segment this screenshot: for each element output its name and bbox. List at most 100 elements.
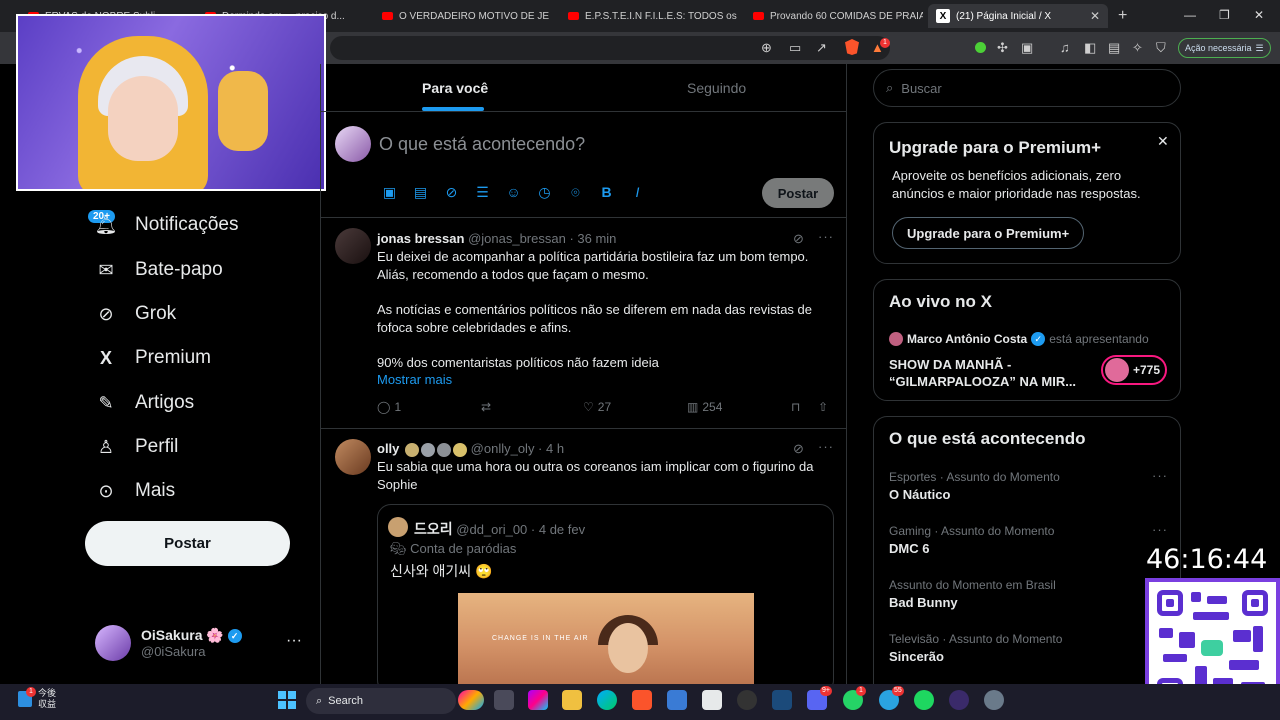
weather-widget[interactable]: 今後 収益 — [18, 688, 56, 710]
wallet-icon[interactable]: ▤ — [1108, 40, 1120, 56]
leo-ai-icon[interactable]: ✧ — [1132, 40, 1143, 56]
vpn-icon[interactable]: ⛉ — [1156, 40, 1166, 56]
cast-icon[interactable]: ▭ — [789, 40, 801, 56]
reply-button[interactable]: ◯ 1 — [377, 400, 401, 414]
account-switcher[interactable]: OiSakura 🌸 ✓ @0iSakura — [95, 625, 242, 661]
nav-more[interactable]: ⊙ Mais — [95, 480, 175, 502]
browser-tab[interactable]: E.P.S.T.E.I.N F.I.L.E.S: TODOS os SEG... — [560, 4, 738, 28]
grok-icon[interactable]: ⊘ — [793, 441, 804, 457]
like-button[interactable]: ♡ 27 — [583, 400, 611, 414]
image-icon[interactable]: ▣ — [381, 184, 398, 201]
edge-icon[interactable] — [597, 690, 617, 710]
spotify-icon[interactable] — [914, 690, 934, 710]
copilot-art-icon[interactable] — [458, 690, 484, 710]
close-window-icon[interactable]: ✕ — [1254, 8, 1264, 22]
emoji-icon[interactable]: ☺ — [505, 184, 522, 201]
schedule-icon[interactable]: ◷ — [536, 184, 553, 201]
trend-item[interactable]: Televisão · Assunto do Momento Sincerão — [889, 632, 1062, 664]
tab-following[interactable]: Seguindo — [687, 80, 746, 96]
task-view-icon[interactable] — [494, 690, 514, 710]
post-button[interactable]: Postar — [85, 521, 290, 566]
new-tab-button[interactable]: + — [1118, 7, 1127, 25]
tweet-header: olly @onlly_oly · 4 h — [377, 441, 565, 457]
tweet-author[interactable]: olly — [377, 441, 399, 456]
account-more-icon[interactable]: ··· — [286, 632, 302, 650]
gif-icon[interactable]: ▤ — [412, 184, 429, 201]
repost-button[interactable]: ⇄ — [481, 400, 491, 414]
grok-icon[interactable]: ⊘ — [793, 231, 804, 247]
grok-icon[interactable]: ⊘ — [443, 184, 460, 201]
obs-icon[interactable] — [737, 690, 757, 710]
upgrade-premium-button[interactable]: Upgrade para o Premium+ — [892, 217, 1085, 249]
tweet-handle: @jonas_bressan — [468, 231, 566, 246]
maximize-icon[interactable]: ❐ — [1219, 8, 1230, 22]
browser-tab-active[interactable]: X (21) Página Inicial / X ✕ — [928, 4, 1108, 28]
close-icon[interactable]: ✕ — [1157, 133, 1169, 150]
app-icon[interactable] — [949, 690, 969, 710]
live-listeners-pill[interactable]: +775 — [1101, 355, 1167, 385]
youtube-icon — [568, 12, 579, 20]
browser-tab[interactable]: Provando 60 COMIDAS DE PRAIA... — [745, 4, 923, 28]
nav-articles[interactable]: ✎ Artigos — [95, 392, 194, 414]
nav-grok[interactable]: ⊘ Grok — [95, 303, 176, 325]
start-button[interactable] — [278, 691, 296, 709]
trend-item[interactable]: Esportes · Assunto do Momento O Náutico — [889, 470, 1060, 502]
media-icon[interactable]: ♫ — [1060, 40, 1070, 55]
premium-title: Upgrade para o Premium+ — [889, 138, 1102, 157]
sidebar-toggle-icon[interactable]: ◧ — [1084, 40, 1096, 56]
share-button[interactable]: ⇧ — [818, 400, 828, 414]
taskbar-search[interactable]: ⌕ Search — [306, 688, 456, 714]
compose-post-button[interactable]: Postar — [762, 178, 834, 208]
show-more-link[interactable]: Mostrar mais — [377, 372, 452, 387]
steam-icon[interactable] — [772, 690, 792, 710]
emoji-circle — [421, 442, 436, 457]
quoted-tweet[interactable]: 드오리 @dd_ori_00 · 4 de fev 🎭︎ Conta de pa… — [377, 504, 834, 694]
extension-icon[interactable]: ▣ — [1021, 40, 1033, 56]
minimize-icon[interactable]: — — [1184, 8, 1196, 22]
brave-icon[interactable] — [632, 690, 652, 710]
bookmark-button[interactable]: ⊓ — [791, 400, 800, 414]
italic-icon[interactable]: I — [629, 184, 646, 201]
store-icon[interactable] — [667, 690, 687, 710]
nav-notifications[interactable]: 🔔︎ Notificações — [95, 214, 239, 236]
search-input[interactable]: ⌕ Buscar — [873, 69, 1181, 107]
address-bar[interactable] — [330, 36, 890, 60]
action-required-pill[interactable]: Ação necessária ☰ — [1178, 38, 1271, 58]
nav-premium[interactable]: X Premium — [95, 347, 211, 369]
browser-tab[interactable]: O VERDADEIRO MOTIVO DE JET L... — [374, 4, 549, 28]
trend-item[interactable]: Gaming · Assunto do Momento DMC 6 — [889, 524, 1054, 556]
bold-icon[interactable]: B — [598, 184, 615, 201]
more-icon[interactable]: ··· — [818, 229, 834, 244]
reply-icon: ◯ — [377, 400, 391, 414]
extensions-icon[interactable]: ✣ — [997, 40, 1008, 56]
premium-text: Aproveite os benefícios adicionais, zero… — [892, 168, 1141, 201]
more-icon[interactable]: ··· — [1152, 522, 1168, 537]
live-host-row[interactable]: Marco Antônio Costa ✓ está apresentando — [889, 332, 1149, 346]
poll-icon[interactable]: ☰ — [474, 184, 491, 201]
image-caption: CHANGE IS IN THE AIR — [492, 635, 589, 642]
trend-item[interactable]: Assunto do Momento em Brasil Bad Bunny — [889, 578, 1056, 610]
more-icon[interactable]: ··· — [1152, 468, 1168, 483]
tweet-author[interactable]: jonas bressan — [377, 231, 464, 246]
qr-module — [1195, 666, 1207, 686]
app-icon[interactable] — [702, 690, 722, 710]
share-icon[interactable]: ↗ — [816, 40, 827, 56]
location-icon[interactable]: ⌾ — [567, 184, 584, 201]
zoom-icon[interactable]: ⊕ — [761, 40, 772, 56]
nav-profile[interactable]: ♙ Perfil — [95, 436, 178, 458]
quote-image[interactable]: CHANGE IS IN THE AIR — [458, 593, 754, 693]
settings-icon[interactable] — [984, 690, 1004, 710]
tab-for-you[interactable]: Para você — [422, 80, 488, 96]
tweet[interactable]: jonas bressan @jonas_bressan · 36 min ⊘ … — [321, 218, 847, 428]
live-show-title[interactable]: SHOW DA MANHÃ - “GILMARPALOOZA” NA MIR..… — [889, 356, 1089, 390]
parody-label: 🎭︎ Conta de paródias — [390, 541, 517, 556]
more-icon[interactable]: ··· — [818, 439, 834, 454]
close-tab-icon[interactable]: ✕ — [1090, 9, 1100, 23]
copilot-icon[interactable] — [528, 690, 548, 710]
extension-status-icon[interactable] — [975, 42, 986, 53]
nav-chat[interactable]: ✉ Bate-papo — [95, 259, 222, 281]
views-button[interactable]: ▥ 254 — [687, 400, 722, 414]
brave-shields-icon[interactable] — [845, 39, 859, 55]
compose-input[interactable]: O que está acontecendo? — [379, 134, 585, 155]
file-explorer-icon[interactable] — [562, 690, 582, 710]
